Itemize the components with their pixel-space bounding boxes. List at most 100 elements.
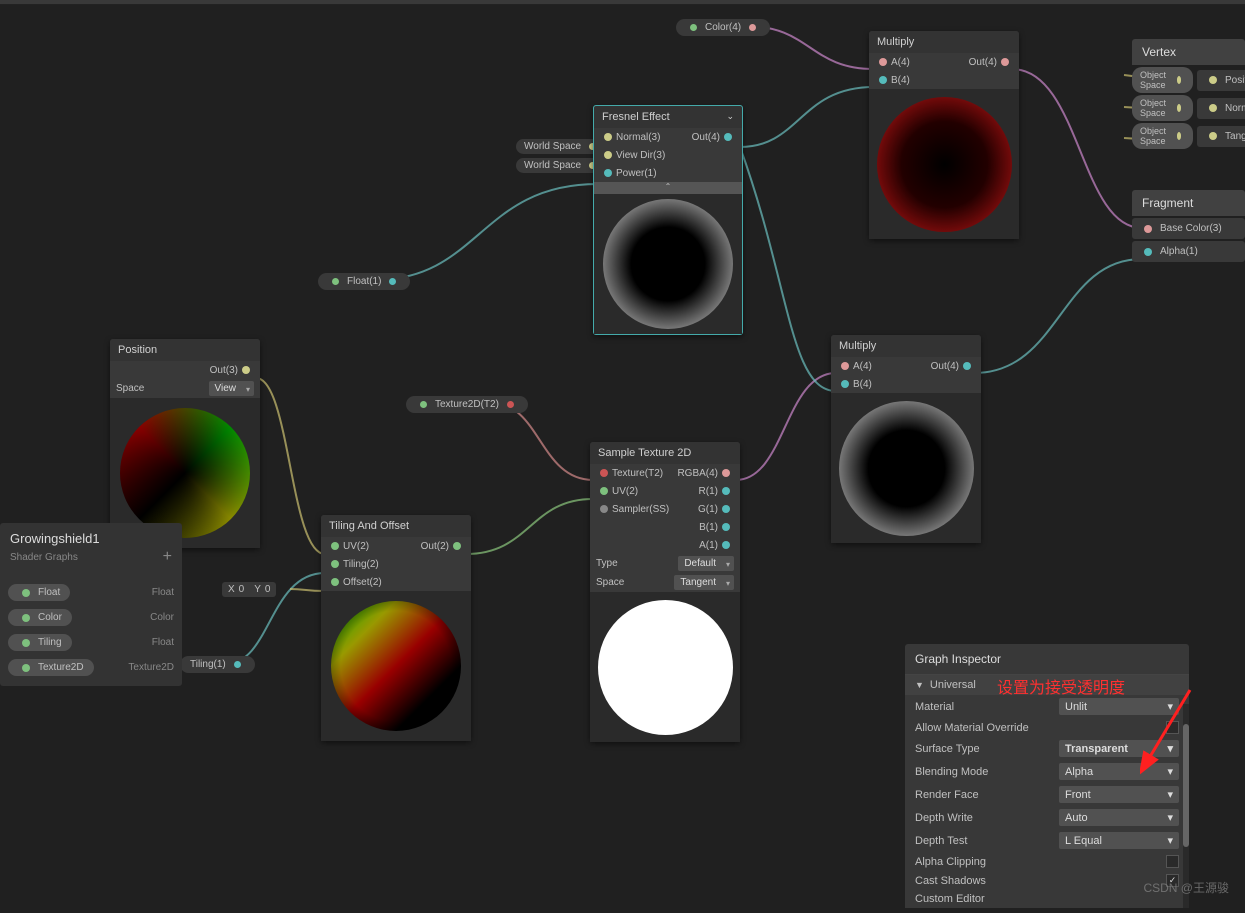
depthw-dropdown[interactable]: Auto▾	[1059, 809, 1179, 826]
output-port-icon[interactable]	[963, 362, 971, 370]
preview-sphere	[877, 97, 1012, 232]
alphaclip-label: Alpha Clipping	[915, 856, 1166, 868]
a-port: A(4)	[853, 361, 872, 372]
input-port-icon[interactable]	[331, 560, 339, 568]
input-port-icon[interactable]	[1209, 104, 1217, 112]
blackboard-item[interactable]: TilingFloat	[8, 630, 174, 655]
input-port-icon[interactable]	[1209, 76, 1217, 84]
output-port-icon[interactable]	[724, 133, 732, 141]
add-property-button[interactable]: +	[163, 548, 172, 566]
material-label: Material	[915, 701, 1059, 713]
input-port-icon[interactable]	[600, 487, 608, 495]
input-port-icon[interactable]	[1209, 132, 1217, 140]
tiling-offset-node[interactable]: Tiling And Offset UV(2) Out(2) Tiling(2)…	[321, 515, 471, 741]
y-value[interactable]: 0	[265, 584, 271, 595]
property-chip[interactable]: Float	[8, 584, 70, 601]
deptht-label: Depth Test	[915, 835, 1059, 847]
offset-xy-input[interactable]: X 0 Y 0	[222, 582, 276, 597]
input-port-icon[interactable]	[841, 380, 849, 388]
color-property-pill[interactable]: Color(4)	[676, 19, 770, 36]
blending-dropdown[interactable]: Alpha▾	[1059, 763, 1179, 780]
texture2d-property-pill[interactable]: Texture2D(T2)	[406, 396, 528, 413]
node-title: Fresnel Effect	[602, 111, 670, 123]
sample-texture-node[interactable]: Sample Texture 2D Texture(T2) RGBA(4) UV…	[590, 442, 740, 742]
graph-canvas[interactable]: Color(4) Float(1) Texture2D(T2) Tiling(1…	[0, 5, 1245, 908]
output-port-icon[interactable]	[722, 541, 730, 549]
output-port-icon[interactable]	[722, 505, 730, 513]
inspector-title: Graph Inspector	[905, 644, 1189, 675]
blending-label: Blending Mode	[915, 766, 1059, 778]
input-port-icon[interactable]	[600, 505, 608, 513]
tiling-property-pill[interactable]: Tiling(1)	[180, 656, 255, 673]
property-dot-icon	[690, 24, 697, 31]
node-title: Multiply	[869, 31, 1019, 53]
property-chip[interactable]: Color	[8, 609, 72, 626]
output-port-icon[interactable]	[1001, 58, 1009, 66]
blackboard-panel[interactable]: Growingshield1 Shader Graphs + FloatFloa…	[0, 523, 182, 686]
input-port-icon[interactable]	[604, 169, 612, 177]
graph-inspector-panel[interactable]: Graph Inspector 设置为接受透明度 ▼Universal Mate…	[905, 644, 1189, 908]
b-port: B(4)	[853, 379, 872, 390]
input-port-icon[interactable]	[879, 58, 887, 66]
material-dropdown[interactable]: Unlit▾	[1059, 698, 1179, 715]
multiply-node-1[interactable]: Multiply A(4) Out(4) B(4)	[869, 31, 1019, 239]
input-port-icon[interactable]	[879, 76, 887, 84]
a-port: A(1)	[699, 540, 718, 551]
property-chip[interactable]: Texture2D	[8, 659, 94, 676]
fresnel-node[interactable]: Fresnel Effect ⌄ Normal(3) Out(4) View D…	[593, 105, 743, 335]
override-checkbox[interactable]	[1166, 721, 1179, 734]
inspector-scrollbar[interactable]	[1183, 704, 1189, 908]
output-port-icon[interactable]	[722, 487, 730, 495]
output-port-icon[interactable]	[242, 366, 250, 374]
space-dropdown[interactable]: Tangent	[674, 575, 734, 590]
blackboard-title: Growingshield1	[10, 531, 172, 546]
normal-port: Normal(3)	[616, 132, 660, 143]
position-port: Position(3)	[1225, 75, 1245, 86]
collapse-toggle[interactable]: ⌃	[594, 182, 742, 194]
blackboard-item[interactable]: FloatFloat	[8, 580, 174, 605]
blackboard-item[interactable]: Texture2DTexture2D	[8, 655, 174, 680]
alphaclip-checkbox[interactable]	[1166, 855, 1179, 868]
preview-sphere	[603, 199, 733, 329]
watermark-text: CSDN @王源骏	[1143, 879, 1229, 896]
pill-label: Float(1)	[347, 276, 381, 287]
input-port-icon[interactable]	[331, 578, 339, 586]
preview-sphere	[598, 600, 733, 735]
input-port-icon[interactable]	[841, 362, 849, 370]
output-port-icon[interactable]	[453, 542, 461, 550]
fragment-stack[interactable]: Fragment Base Color(3) Alpha(1)	[1132, 190, 1245, 262]
output-port-icon[interactable]	[722, 523, 730, 531]
sampler-port: Sampler(SS)	[612, 504, 669, 515]
deptht-dropdown[interactable]: L Equal▾	[1059, 832, 1179, 849]
preview-sphere	[331, 601, 461, 731]
chevron-down-icon[interactable]: ⌄	[726, 111, 734, 123]
output-port-icon	[507, 401, 514, 408]
preview-sphere	[839, 401, 974, 536]
surface-dropdown[interactable]: Transparent▾	[1059, 740, 1179, 757]
property-type: Color	[150, 612, 174, 623]
input-port-icon[interactable]	[1144, 248, 1152, 256]
x-value[interactable]: 0	[239, 584, 245, 595]
render-dropdown[interactable]: Front▾	[1059, 786, 1179, 803]
input-port-icon[interactable]	[1144, 225, 1152, 233]
type-dropdown[interactable]: Default	[678, 556, 734, 571]
viewdir-port: View Dir(3)	[616, 150, 665, 161]
blackboard-item[interactable]: Color Color	[8, 605, 174, 630]
position-node[interactable]: Position Out(3) Space View	[110, 339, 260, 548]
vertex-stack[interactable]: Vertex Object SpacePosition(3) Object Sp…	[1132, 39, 1245, 149]
float-property-pill[interactable]: Float(1)	[318, 273, 410, 290]
input-port-icon[interactable]	[604, 133, 612, 141]
input-port-icon[interactable]	[331, 542, 339, 550]
property-chip[interactable]: Tiling	[8, 634, 72, 651]
input-port-icon[interactable]	[604, 151, 612, 159]
tangent-port: Tangent(3)	[1225, 131, 1245, 142]
input-port-icon[interactable]	[600, 469, 608, 477]
stack-title: Fragment	[1132, 190, 1245, 216]
preview-sphere	[120, 408, 250, 538]
collapse-arrow-icon[interactable]: ▼	[915, 680, 924, 690]
output-port-icon[interactable]	[722, 469, 730, 477]
space-dropdown[interactable]: View	[209, 381, 255, 396]
node-title: Sample Texture 2D	[590, 442, 740, 464]
multiply-node-2[interactable]: Multiply A(4) Out(4) B(4)	[831, 335, 981, 543]
pill-label: World Space	[524, 160, 581, 171]
